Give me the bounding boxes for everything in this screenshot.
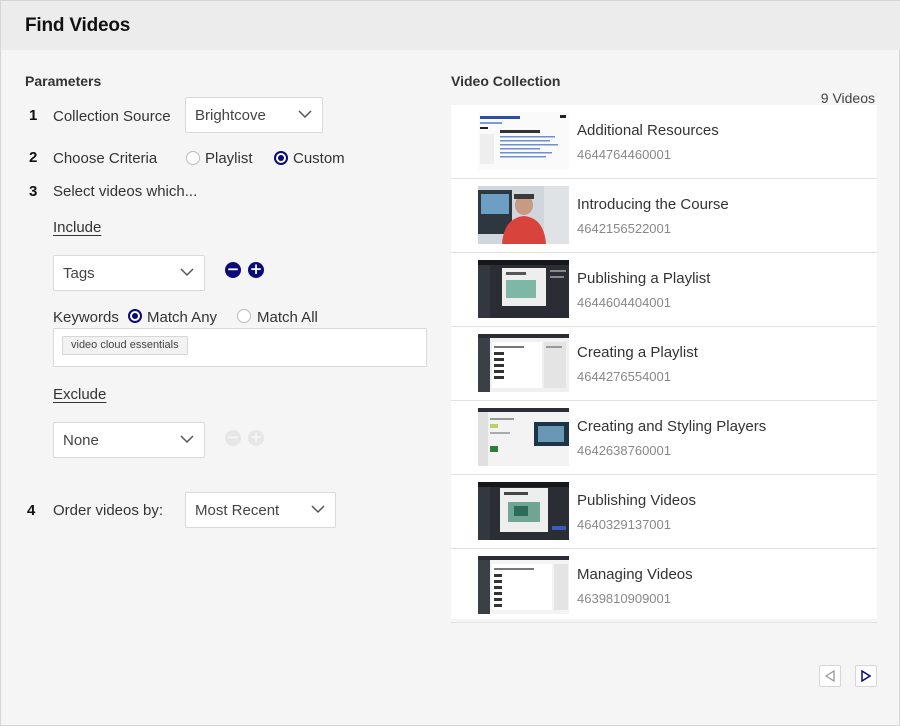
exclude-label: Exclude [53,386,107,403]
collection-source-value: Brightcove [195,107,266,124]
exclude-field-value: None [63,432,99,449]
step-number-2: 2 [29,149,38,166]
include-label: Include [53,219,102,236]
video-collection-heading: Video Collection [451,73,561,89]
video-id: 4642156522001 [577,221,671,236]
remove-exclude-button[interactable]: − [225,430,241,446]
next-page-button[interactable] [855,665,877,687]
video-title: Additional Resources [577,122,719,139]
find-videos-dialog: Find Videos Parameters 1 Collection Sour… [0,0,900,726]
add-criteria-button[interactable]: + [248,262,264,278]
step-number-3: 3 [29,183,38,200]
collection-source-label: Collection Source [53,108,171,125]
triangle-right-icon [861,670,872,682]
video-thumbnail [478,260,569,318]
video-thumbnail [478,482,569,540]
video-item[interactable]: Additional Resources 4644764460001 [451,105,877,179]
minus-circle-icon: − [226,428,240,446]
custom-radio[interactable] [274,151,288,165]
include-field-value: Tags [63,265,95,282]
match-all-label: Match All [257,309,318,326]
video-thumbnail [478,408,569,466]
order-by-value: Most Recent [195,502,280,519]
remove-criteria-button[interactable]: − [225,262,241,278]
video-item[interactable]: Creating and Styling Players 46426387600… [451,401,877,475]
chevron-down-icon [180,435,194,444]
video-title: Publishing Videos [577,492,696,509]
video-item[interactable]: Managing Videos 4639810909001 [451,549,877,623]
collection-source-select[interactable]: Brightcove [185,97,323,133]
playlist-radio-label: Playlist [205,150,253,167]
dialog-title: Find Videos [25,15,131,36]
video-id: 4644276554001 [577,369,671,384]
include-field-select[interactable]: Tags [53,255,205,291]
select-videos-label: Select videos which... [53,183,198,200]
video-title: Publishing a Playlist [577,270,711,287]
video-item[interactable]: Publishing Videos 4640329137001 [451,475,877,549]
add-exclude-button[interactable]: + [248,430,264,446]
step-number-1: 1 [29,107,38,124]
video-title: Creating and Styling Players [577,418,767,435]
step-number-4: 4 [27,502,36,519]
match-any-radio[interactable] [128,309,142,323]
chevron-down-icon [311,505,325,514]
video-id: 4640329137001 [577,517,671,532]
title-bar: Find Videos [1,1,900,50]
video-thumbnail [478,556,569,614]
video-thumbnail [478,186,569,244]
triangle-left-icon [824,670,835,682]
video-id: 4639810909001 [577,591,671,606]
minus-circle-icon: − [226,260,240,278]
video-title: Managing Videos [577,566,693,583]
choose-criteria-label: Choose Criteria [53,150,158,167]
chevron-down-icon [298,110,312,119]
video-title: Creating a Playlist [577,344,698,361]
video-thumbnail [478,334,569,392]
order-videos-label: Order videos by: [53,502,164,519]
plus-circle-icon: + [249,428,263,446]
playlist-radio[interactable] [186,151,200,165]
video-thumbnail [478,112,569,170]
custom-radio-label: Custom [293,150,345,167]
match-all-radio[interactable] [237,309,251,323]
previous-page-button[interactable] [819,665,841,687]
plus-circle-icon: + [249,260,263,278]
keywords-input[interactable]: video cloud essentials [53,328,427,367]
video-count: 9 Videos [820,90,875,106]
video-item[interactable]: Introducing the Course 4642156522001 [451,179,877,253]
parameters-heading: Parameters [25,73,102,89]
video-title: Introducing the Course [577,196,729,213]
video-item[interactable]: Publishing a Playlist 4644604404001 [451,253,877,327]
video-id: 4642638760001 [577,443,671,458]
order-by-select[interactable]: Most Recent [185,492,336,528]
chevron-down-icon [180,268,194,277]
video-list: Additional Resources 4644764460001 Intro… [451,105,877,623]
keywords-label: Keywords [53,309,119,326]
match-any-label: Match Any [147,309,218,326]
exclude-field-select[interactable]: None [53,422,205,458]
keyword-tag[interactable]: video cloud essentials [62,336,188,355]
video-item[interactable]: Creating a Playlist 4644276554001 [451,327,877,401]
video-id: 4644764460001 [577,147,671,162]
video-id: 4644604404001 [577,295,671,310]
